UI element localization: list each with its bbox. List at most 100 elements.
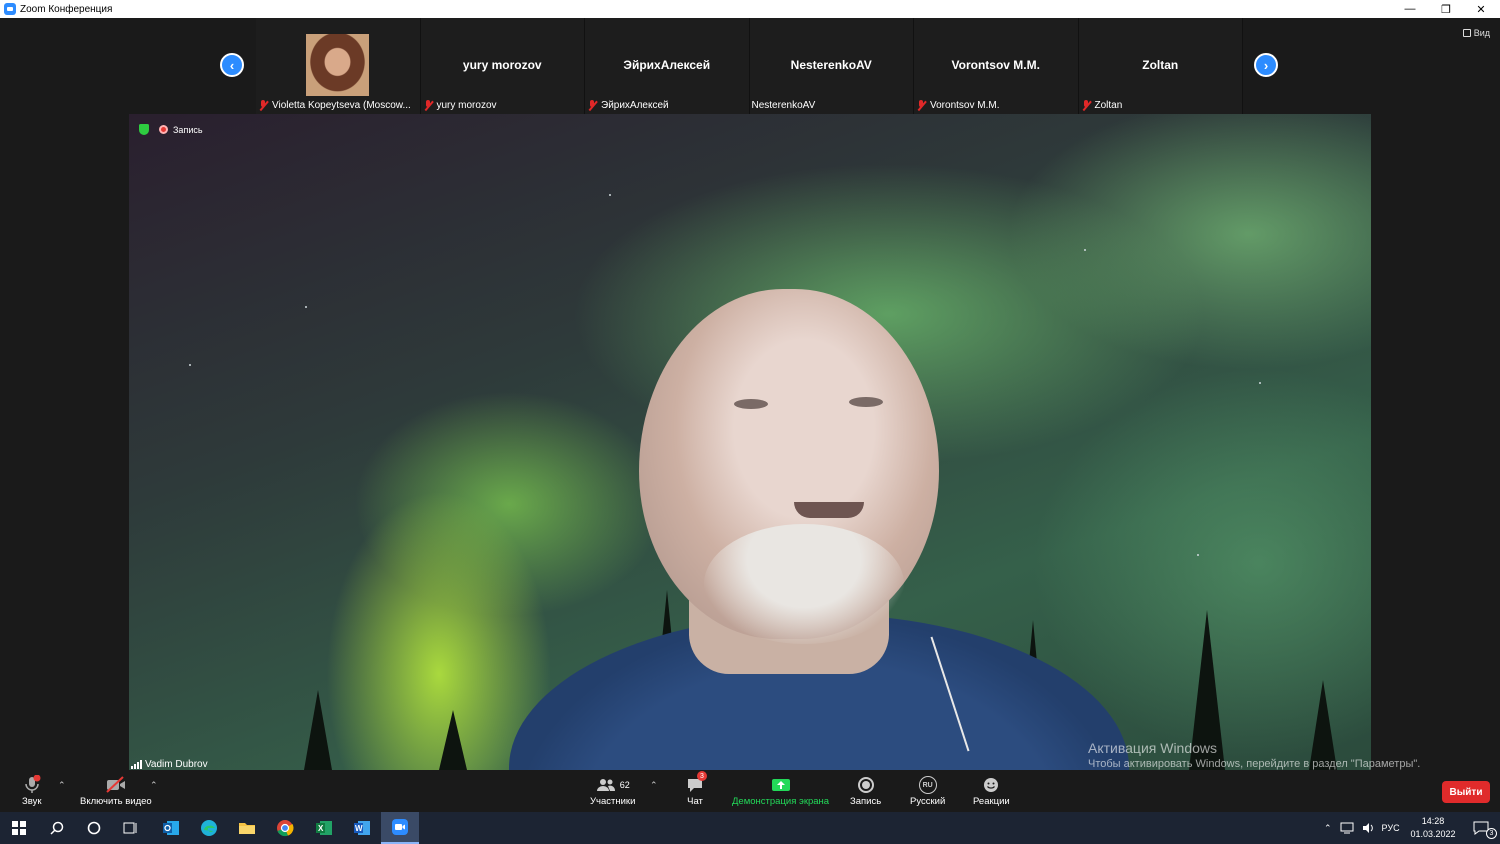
view-button[interactable]: Вид — [1462, 28, 1490, 38]
speaker-mouth — [794, 502, 864, 518]
muted-mic-icon — [916, 99, 926, 111]
clock-date: 01.03.2022 — [1410, 829, 1456, 839]
taskbar-chrome[interactable] — [266, 812, 304, 844]
participant-name: Zoltan — [1142, 58, 1179, 72]
star — [1197, 554, 1199, 556]
participant-tile[interactable]: Zoltan Zoltan — [1078, 18, 1243, 114]
task-view-button[interactable] — [112, 812, 150, 844]
participant-tile[interactable]: ЭйрихАлексей ЭйрихАлексей — [585, 18, 750, 114]
participant-tile[interactable]: Vorontsov M.M. Vorontsov M.M. — [914, 18, 1079, 114]
start-video-label: Включить видео — [80, 796, 152, 807]
close-icon[interactable]: ✕ — [1463, 0, 1499, 18]
participant-label: yury morozov — [436, 99, 497, 111]
chat-badge: 3 — [697, 771, 707, 781]
leave-button[interactable]: Выйти — [1442, 781, 1490, 803]
participant-name: ЭйрихАлексей — [623, 58, 711, 72]
participant-strip: Violetta Kopeytseva (Moscow... yury moro… — [256, 18, 1243, 114]
record-button[interactable]: Запись — [850, 774, 881, 807]
start-video-button[interactable]: Включить видео — [80, 774, 152, 807]
notifications-button[interactable]: 3 — [1462, 812, 1500, 844]
speaker-name: Vadim Dubrov — [145, 759, 208, 770]
chevron-right-icon: › — [1263, 57, 1269, 73]
meeting-toolbar: Звук ⌃ Включить видео ⌃ 62 Участники ⌃ 3… — [0, 770, 1500, 812]
muted-mic-icon — [258, 99, 268, 111]
folder-icon — [239, 823, 255, 834]
chevron-left-icon: ‹ — [229, 57, 235, 73]
minimize-icon[interactable]: — — [1392, 0, 1428, 18]
windows-activation-watermark: Активация Windows Чтобы активировать Win… — [1088, 740, 1420, 770]
network-icon[interactable] — [1340, 822, 1354, 834]
star — [305, 306, 307, 308]
participant-label: NesterenkoAV — [751, 99, 816, 111]
taskbar-word[interactable]: W — [343, 812, 381, 844]
signal-bars-icon — [131, 760, 142, 769]
participant-label-row: yury morozov — [423, 98, 583, 112]
participant-avatar — [306, 34, 369, 96]
language-icon: RU — [918, 774, 937, 796]
participant-tile[interactable]: NesterenkoAV NesterenkoAV — [749, 18, 914, 114]
muted-mic-icon — [587, 99, 597, 111]
recording-label: Запись — [173, 124, 203, 135]
audio-options-caret-icon[interactable]: ⌃ — [58, 780, 66, 791]
cortana-button[interactable] — [75, 812, 113, 844]
clock-time: 14:28 — [1421, 816, 1445, 826]
taskbar-edge[interactable] — [190, 812, 228, 844]
chrome-icon — [277, 820, 294, 837]
share-screen-button[interactable]: Демонстрация экрана — [732, 774, 829, 807]
speaker-name-tag: Vadim Dubrov — [131, 759, 208, 770]
microphone-icon — [23, 774, 41, 796]
search-icon — [50, 821, 64, 835]
camera-off-icon — [105, 774, 127, 796]
reactions-button[interactable]: Реакции — [973, 774, 1010, 807]
star — [1259, 382, 1261, 384]
language-label: Русский — [910, 796, 946, 807]
task-view-icon — [123, 822, 137, 834]
participants-options-caret-icon[interactable]: ⌃ — [650, 780, 658, 791]
participants-button[interactable]: 62 Участники — [590, 774, 635, 807]
start-button[interactable] — [0, 812, 38, 844]
volume-icon[interactable] — [1362, 822, 1374, 834]
record-dot-icon — [159, 125, 168, 134]
participant-label-row: ЭйрихАлексей — [587, 98, 747, 112]
window-titlebar: Zoom Конференция — ❐ ✕ — [0, 0, 1500, 18]
video-options-caret-icon[interactable]: ⌃ — [150, 780, 158, 791]
restore-icon[interactable]: ❐ — [1428, 0, 1464, 18]
participant-tile[interactable]: Violetta Kopeytseva (Moscow... — [256, 18, 421, 114]
windows-taskbar: X W ⌃ РУС 14:28 01.03.2022 3 — [0, 812, 1500, 844]
participant-label: Zoltan — [1094, 99, 1123, 111]
edge-icon — [201, 820, 217, 836]
taskbar-excel[interactable]: X — [305, 812, 343, 844]
recording-indicator[interactable]: Запись — [159, 125, 203, 135]
system-tray: ⌃ РУС — [1324, 812, 1400, 844]
taskbar-outlook[interactable] — [152, 812, 190, 844]
notification-count: 3 — [1486, 828, 1497, 839]
speaker-beard — [704, 524, 904, 644]
tree — [304, 690, 332, 770]
taskbar-explorer[interactable] — [228, 812, 266, 844]
zoom-app-icon — [392, 819, 408, 835]
smiley-icon — [982, 774, 1000, 796]
participant-tile[interactable]: yury morozov yury morozov — [420, 18, 585, 114]
participant-label-row: Zoltan — [1081, 98, 1241, 112]
taskbar-clock[interactable]: 14:28 01.03.2022 — [1408, 815, 1458, 841]
video-status-bar: Запись — [139, 124, 203, 135]
audio-button[interactable]: Звук — [22, 774, 41, 807]
activation-subtitle: Чтобы активировать Windows, перейдите в … — [1088, 758, 1421, 770]
active-speaker-video[interactable]: Запись Vadim Dubrov — [129, 114, 1371, 770]
prev-page-button[interactable]: ‹ — [220, 53, 244, 77]
input-language[interactable]: РУС — [1382, 823, 1400, 833]
encryption-shield-icon[interactable] — [139, 124, 149, 135]
record-icon — [857, 774, 875, 796]
star — [1084, 249, 1086, 251]
taskbar-zoom[interactable] — [381, 812, 419, 844]
star — [609, 194, 611, 196]
search-button[interactable] — [38, 812, 76, 844]
participant-label: Vorontsov M.M. — [930, 99, 1000, 111]
participant-name: Vorontsov M.M. — [951, 58, 1040, 72]
tray-expand-icon[interactable]: ⌃ — [1324, 823, 1332, 834]
star — [189, 364, 191, 366]
muted-mic-icon — [1081, 99, 1091, 111]
language-button[interactable]: RU Русский — [910, 774, 945, 807]
chat-button[interactable]: 3 Чат — [686, 771, 707, 807]
next-page-button[interactable]: › — [1254, 53, 1278, 77]
